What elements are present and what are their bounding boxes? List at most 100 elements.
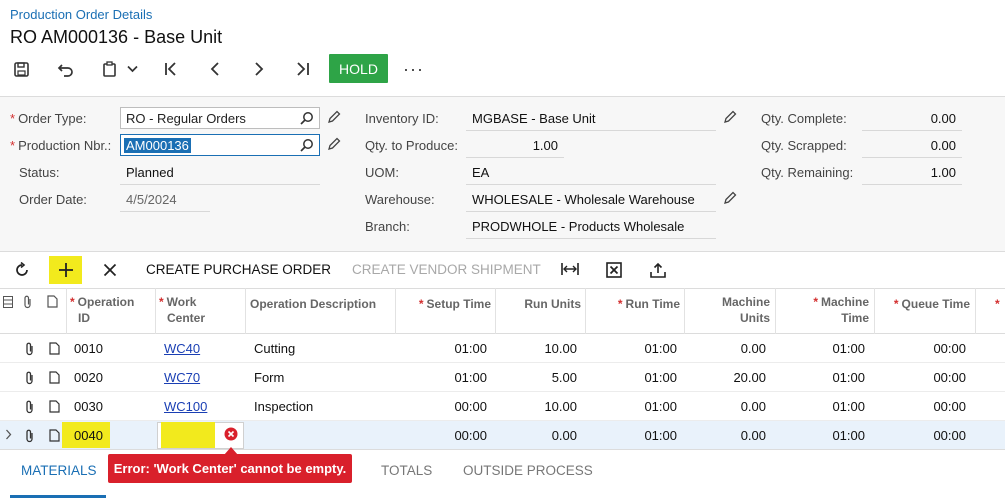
note-icon[interactable] [49, 429, 60, 442]
chevron-down-icon[interactable] [125, 58, 139, 80]
cell-run-units[interactable]: 0.00 [498, 428, 577, 443]
cell-machine-time[interactable]: 01:00 [778, 341, 865, 356]
branch-value[interactable]: PRODWHOLE - Products Wholesale [472, 219, 684, 234]
cell-operation-id[interactable]: 0030 [74, 399, 103, 414]
cell-run-units[interactable]: 10.00 [498, 341, 577, 356]
table-row[interactable]: 0010 WC40 Cutting 01:00 10.00 01:00 0.00… [0, 334, 1005, 363]
previous-record-icon[interactable] [207, 58, 223, 80]
cell-queue-time[interactable]: 00:00 [877, 370, 966, 385]
cell-machine-units[interactable]: 0.00 [687, 399, 766, 414]
cell-run-time[interactable]: 01:00 [588, 370, 677, 385]
create-purchase-order-button[interactable]: CREATE PURCHASE ORDER [146, 262, 331, 277]
qty-scrapped-value: 0.00 [930, 138, 956, 153]
cell-setup-time[interactable]: 01:00 [398, 370, 487, 385]
cell-setup-time[interactable]: 01:00 [398, 341, 487, 356]
cell-operation-id[interactable]: 0020 [74, 370, 103, 385]
cell-operation-id[interactable]: 0040 [74, 428, 103, 443]
hold-button[interactable]: HOLD [329, 54, 388, 83]
cell-run-time[interactable]: 01:00 [588, 428, 677, 443]
order-type-value: RO - Regular Orders [126, 111, 246, 126]
branch-label: Branch: [365, 219, 410, 234]
cell-run-units[interactable]: 10.00 [498, 399, 577, 414]
note-icon[interactable] [49, 342, 60, 355]
tab-totals[interactable]: TOTALS [381, 463, 432, 478]
plus-icon [58, 263, 73, 277]
page-title: RO AM000136 - Base Unit [10, 27, 223, 47]
cell-description[interactable]: Cutting [254, 341, 295, 356]
warehouse-value[interactable]: WHOLESALE - Wholesale Warehouse [472, 192, 695, 207]
export-excel-icon[interactable] [606, 262, 622, 278]
qty-to-produce-value[interactable]: 1.00 [466, 138, 558, 153]
cell-setup-time[interactable]: 00:00 [398, 428, 487, 443]
attachment-icon[interactable] [25, 400, 35, 414]
next-record-icon[interactable] [251, 58, 267, 80]
delete-row-icon[interactable] [103, 263, 117, 277]
cell-run-time[interactable]: 01:00 [588, 399, 677, 414]
qty-scrapped-label: Qty. Scrapped: [761, 138, 847, 153]
inventory-id-label: Inventory ID: [365, 111, 439, 126]
header-work-center[interactable]: * Work Center [159, 288, 205, 334]
cell-machine-time[interactable]: 01:00 [778, 370, 865, 385]
table-row[interactable]: 0030 WC100 Inspection 00:00 10.00 01:00 … [0, 392, 1005, 421]
cell-work-center-link[interactable]: WC70 [164, 370, 200, 385]
note-icon[interactable] [49, 400, 60, 413]
clipboard-icon[interactable] [101, 58, 117, 80]
order-type-label: * Order Type: [10, 111, 87, 126]
refresh-icon[interactable] [14, 262, 30, 278]
attachment-icon[interactable] [25, 429, 35, 443]
cell-queue-time[interactable]: 00:00 [877, 341, 966, 356]
edit-pencil-icon[interactable] [723, 110, 737, 124]
add-row-button[interactable] [49, 256, 82, 284]
order-type-field[interactable]: RO - Regular Orders [120, 107, 320, 129]
search-icon[interactable] [300, 111, 314, 125]
cell-run-time[interactable]: 01:00 [588, 341, 677, 356]
upload-icon[interactable] [650, 262, 666, 278]
cell-machine-time[interactable]: 01:00 [778, 428, 865, 443]
cell-work-center-link[interactable]: WC40 [164, 341, 200, 356]
note-icon[interactable] [49, 371, 60, 384]
save-icon[interactable] [12, 58, 30, 80]
edit-pencil-icon[interactable] [327, 110, 341, 124]
note-header-icon [47, 295, 58, 308]
search-icon[interactable] [300, 138, 314, 152]
cell-work-center-link[interactable]: WC100 [164, 399, 207, 414]
table-row[interactable]: 0020 WC70 Form 01:00 5.00 01:00 20.00 01… [0, 363, 1005, 392]
tab-outside-process[interactable]: OUTSIDE PROCESS [463, 463, 593, 478]
production-nbr-field[interactable]: AM000136 [120, 134, 320, 156]
uom-value[interactable]: EA [472, 165, 489, 180]
undo-icon[interactable] [56, 58, 74, 80]
cell-machine-units[interactable]: 0.00 [687, 428, 766, 443]
qty-complete-label: Qty. Complete: [761, 111, 847, 126]
cell-description[interactable]: Inspection [254, 399, 313, 414]
last-record-icon[interactable] [294, 58, 312, 80]
header-machine-units[interactable]: Machine Units [687, 288, 770, 334]
cell-machine-units[interactable]: 20.00 [687, 370, 766, 385]
fit-columns-icon[interactable] [561, 262, 579, 276]
table-row-active[interactable]: 0040 00:00 0.00 01:00 0.00 01:00 00:00 [0, 421, 1005, 450]
tab-materials[interactable]: MATERIALS [21, 463, 97, 478]
cell-machine-time[interactable]: 01:00 [778, 399, 865, 414]
attachment-header-icon [23, 295, 33, 309]
cell-operation-id[interactable]: 0010 [74, 341, 103, 356]
error-icon [224, 427, 238, 441]
cell-queue-time[interactable]: 00:00 [877, 428, 966, 443]
first-record-icon[interactable] [162, 58, 180, 80]
create-vendor-shipment-button[interactable]: CREATE VENDOR SHIPMENT [352, 262, 541, 277]
attachment-icon[interactable] [25, 371, 35, 385]
row-expand-chevron-icon[interactable] [5, 429, 12, 440]
header-operation-id[interactable]: * Operation ID [70, 288, 134, 334]
cell-description[interactable]: Form [254, 370, 284, 385]
cell-machine-units[interactable]: 0.00 [687, 341, 766, 356]
cell-queue-time[interactable]: 00:00 [877, 399, 966, 414]
work-center-highlight [161, 422, 215, 448]
header-machine-time[interactable]: * Machine Time [778, 288, 869, 334]
more-actions-button[interactable]: ··· [403, 59, 424, 80]
qty-to-produce-label: Qty. to Produce: [365, 138, 458, 153]
edit-pencil-icon[interactable] [327, 137, 341, 151]
cell-setup-time[interactable]: 00:00 [398, 399, 487, 414]
qty-remaining-label: Qty. Remaining: [761, 165, 854, 180]
cell-run-units[interactable]: 5.00 [498, 370, 577, 385]
attachment-icon[interactable] [25, 342, 35, 356]
breadcrumb[interactable]: Production Order Details [10, 7, 152, 22]
edit-pencil-icon[interactable] [723, 191, 737, 205]
